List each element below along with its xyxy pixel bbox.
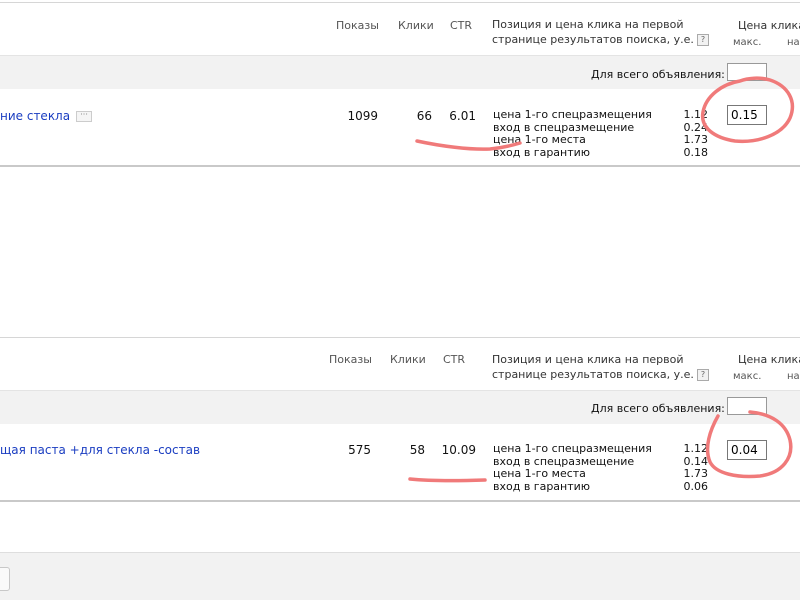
col-price-on: на bbox=[787, 371, 800, 382]
col-position: Позиция и цена клика на первой страницe … bbox=[492, 352, 709, 382]
col-ctr[interactable]: CTR bbox=[443, 353, 465, 366]
all-ads-row: Для всего объявления: bbox=[0, 390, 800, 425]
pos-label-guarantee: вход в гарантию bbox=[493, 145, 591, 159]
max-bid-input[interactable] bbox=[727, 105, 767, 125]
pos-label-first-place: цена 1-го места bbox=[493, 467, 586, 480]
phrase-link[interactable]: ние стекла ··· bbox=[0, 109, 93, 123]
col-position: Позиция и цена клика на первой страницe … bbox=[492, 17, 709, 47]
all-ads-label: Для всего объявления: bbox=[591, 402, 725, 415]
ctr-value: 6.01 bbox=[449, 109, 476, 123]
col-price-on: на bbox=[787, 37, 800, 48]
clicks-value: 58 bbox=[409, 443, 425, 457]
pos-label-special-price: цена 1-го спецразмещения bbox=[493, 442, 652, 455]
ctr-value: 10.09 bbox=[441, 443, 476, 457]
pos-label-special-price: цена 1-го спецразмещения bbox=[493, 108, 652, 121]
col-clicks[interactable]: Клики bbox=[390, 353, 426, 366]
col-impressions[interactable]: Показы bbox=[336, 19, 379, 32]
phrase-panel-2: Показы Клики CTR Позиция и цена клика на… bbox=[0, 337, 800, 502]
pos-label-first-place: цена 1-го места bbox=[493, 133, 586, 146]
col-price: Цена клика bbox=[738, 19, 800, 32]
help-icon[interactable]: ? bbox=[696, 34, 709, 46]
col-price-max: макс. bbox=[733, 37, 762, 48]
col-position-line1: Позиция и цена клика на первой bbox=[492, 18, 684, 31]
col-position-line2: страницe результатов поиска, у.е. bbox=[492, 368, 694, 381]
col-ctr[interactable]: CTR bbox=[450, 19, 472, 32]
phrase-text[interactable]: ние стекла bbox=[0, 109, 70, 123]
page: Показы Клики CTR Позиция и цена клика на… bbox=[0, 0, 800, 600]
footer-bar bbox=[0, 552, 800, 600]
help-icon[interactable]: ? bbox=[696, 369, 709, 381]
col-position-line1: Позиция и цена клика на первой bbox=[492, 353, 684, 366]
table-header: Показы Клики CTR Позиция и цена клика на… bbox=[0, 338, 800, 390]
pos-label-guarantee: вход в гарантию bbox=[493, 479, 591, 493]
all-ads-bid-input[interactable] bbox=[727, 63, 767, 81]
pos-value-guarantee: 0.18 bbox=[683, 145, 709, 159]
more-icon[interactable]: ··· bbox=[76, 111, 93, 122]
all-ads-label: Для всего объявления: bbox=[591, 68, 725, 81]
phrase-panel-1: Показы Клики CTR Позиция и цена клика на… bbox=[0, 2, 800, 167]
pos-value-first-place: 1.73 bbox=[683, 133, 709, 146]
table-header: Показы Клики CTR Позиция и цена клика на… bbox=[0, 3, 800, 55]
max-bid-input[interactable] bbox=[727, 440, 767, 460]
col-position-line2-wrap: страницe результатов поиска, у.е.? bbox=[492, 367, 709, 382]
col-price: Цена клика bbox=[738, 353, 800, 366]
pos-value-special-price: 1.12 bbox=[683, 108, 709, 121]
pos-value-special-price: 1.12 bbox=[683, 442, 709, 455]
clicks-value: 66 bbox=[416, 109, 432, 123]
impressions-value: 1099 bbox=[347, 109, 378, 123]
phrase-link[interactable]: щая паста +для стекла -состав bbox=[0, 443, 200, 457]
table-row: щая паста +для стекла -состав 575 58 10.… bbox=[0, 424, 800, 502]
all-ads-row: Для всего объявления: bbox=[0, 55, 800, 90]
col-impressions[interactable]: Показы bbox=[329, 353, 372, 366]
col-price-max: макс. bbox=[733, 371, 762, 382]
all-ads-bid-input[interactable] bbox=[727, 397, 767, 415]
pos-value-first-place: 1.73 bbox=[683, 467, 709, 480]
col-position-line2: страницe результатов поиска, у.е. bbox=[492, 33, 694, 46]
col-clicks[interactable]: Клики bbox=[398, 19, 434, 32]
table-row: ние стекла ··· 1099 66 6.01 цена 1-го спе… bbox=[0, 89, 800, 167]
impressions-value: 575 bbox=[348, 443, 371, 457]
footer-button[interactable] bbox=[0, 567, 10, 591]
col-position-line2-wrap: страницe результатов поиска, у.е.? bbox=[492, 32, 709, 47]
pos-value-guarantee: 0.06 bbox=[683, 479, 709, 493]
